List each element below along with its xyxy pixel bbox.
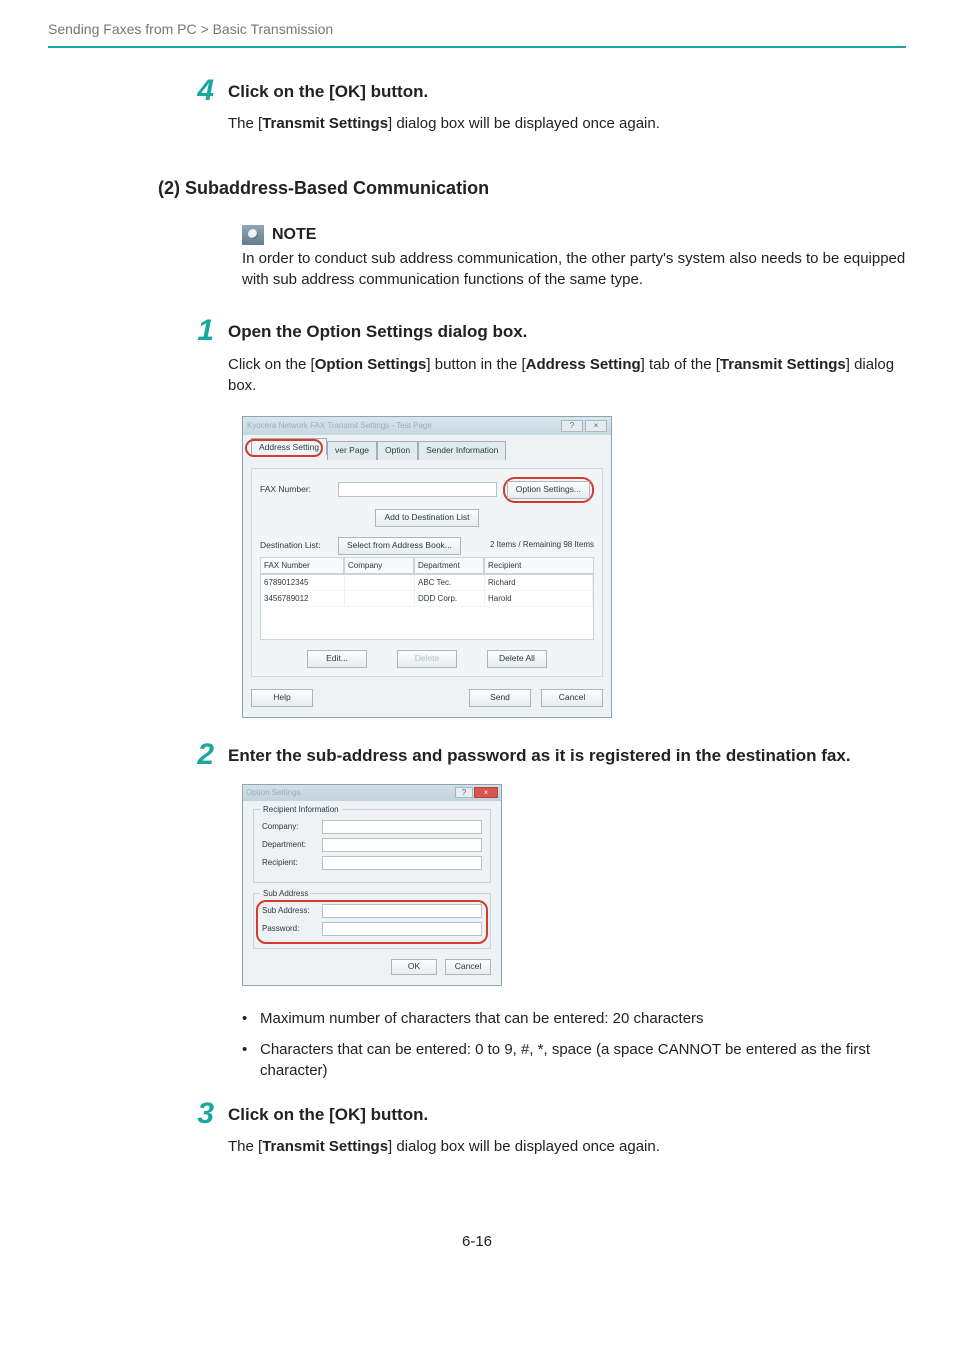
callout-annotation (256, 900, 488, 944)
window-help-button[interactable]: ? (561, 420, 583, 432)
tab-cover-page[interactable]: ver Page (327, 441, 377, 460)
t: ] button in the [ (426, 356, 525, 373)
fax-number-input[interactable] (338, 482, 497, 497)
step3-text: The [Transmit Settings] dialog box will … (228, 1136, 906, 1157)
fax-number-label: FAX Number: (260, 484, 332, 496)
send-button[interactable]: Send (469, 689, 531, 707)
col-company[interactable]: Company (344, 557, 414, 574)
note-label: NOTE (272, 224, 316, 246)
cell-recip: Richard (485, 575, 593, 590)
list-item[interactable]: 6789012345 ABC Tec. Richard (261, 575, 593, 591)
note-icon (242, 225, 264, 245)
transmit-settings-dialog: Kyocera Network FAX Transmit Settings - … (242, 416, 612, 718)
ok-button[interactable]: OK (391, 959, 437, 975)
bullet-text: Maximum number of characters that can be… (260, 1008, 906, 1029)
bullet-text: Characters that can be entered: 0 to 9, … (260, 1039, 906, 1081)
step4-text: The [Transmit Settings] dialog box will … (228, 113, 906, 134)
window-close-button[interactable]: × (585, 420, 607, 432)
t: ] tab of the [ (641, 356, 720, 373)
step2-title: Enter the sub-address and password as it… (228, 744, 906, 768)
department-input[interactable] (322, 838, 482, 852)
destination-list[interactable]: 6789012345 ABC Tec. Richard 3456789012 D… (260, 574, 594, 640)
callout-annotation: Option Settings... (503, 477, 594, 503)
cell-company (345, 575, 415, 590)
select-from-address-book-button[interactable]: Select from Address Book... (338, 537, 461, 555)
tab-option[interactable]: Option (377, 441, 418, 460)
t: The [ (228, 115, 262, 132)
group-legend: Sub Address (260, 888, 311, 899)
col-department[interactable]: Department (414, 557, 484, 574)
option-settings-dialog: Option Settings ? × Recipient Informatio… (242, 784, 502, 986)
company-input[interactable] (322, 820, 482, 834)
step1-title: Open the Option Settings dialog box. (228, 320, 906, 344)
cell-fax: 3456789012 (261, 591, 345, 606)
t-bold: Transmit Settings (262, 115, 388, 132)
callout-annotation (245, 439, 323, 457)
recipient-input[interactable] (322, 856, 482, 870)
tab-sender-information[interactable]: Sender Information (418, 441, 506, 460)
col-fax[interactable]: FAX Number (260, 557, 344, 574)
step4-title: Click on the [OK] button. (228, 80, 906, 104)
delete-all-button[interactable]: Delete All (487, 650, 547, 668)
recipient-label: Recipient: (262, 857, 316, 868)
help-button[interactable]: Help (251, 689, 313, 707)
divider (48, 46, 906, 48)
destination-status: 2 Items / Remaining 98 Items (490, 539, 594, 550)
cell-company (345, 591, 415, 606)
cell-dept: ABC Tec. (415, 575, 485, 590)
t: ] dialog box will be displayed once agai… (388, 115, 660, 132)
page-number: 6-16 (48, 1231, 906, 1252)
dialog-title: Kyocera Network FAX Transmit Settings - … (247, 420, 432, 431)
dialog-titlebar[interactable]: Option Settings ? × (243, 785, 501, 801)
sub-address-group: Sub Address Sub Address: Password: (253, 893, 491, 949)
department-label: Department: (262, 839, 316, 850)
step-number-1: 1 (197, 314, 214, 347)
note-text: In order to conduct sub address communic… (242, 248, 906, 290)
t-bold: Address Setting (526, 356, 641, 373)
group-legend: Recipient Information (260, 804, 342, 815)
t: Click on the [ (228, 356, 315, 373)
list-item[interactable]: 3456789012 DDD Corp. Harold (261, 591, 593, 607)
dialog-titlebar[interactable]: Kyocera Network FAX Transmit Settings - … (243, 417, 611, 435)
add-to-destination-button[interactable]: Add to Destination List (375, 509, 478, 527)
cell-recip: Harold (485, 591, 593, 606)
delete-button[interactable]: Delete (397, 650, 457, 668)
t-bold: Option Settings (315, 356, 427, 373)
breadcrumb: Sending Faxes from PC > Basic Transmissi… (48, 20, 906, 40)
t: The [ (228, 1138, 262, 1155)
step1-text: Click on the [Option Settings] button in… (228, 354, 906, 396)
recipient-info-group: Recipient Information Company: Departmen… (253, 809, 491, 883)
t-bold: Transmit Settings (720, 356, 846, 373)
col-recipient[interactable]: Recipient (484, 557, 594, 574)
bullet-icon: • (242, 1008, 260, 1029)
destination-list-header: FAX Number Company Department Recipient (260, 557, 594, 574)
edit-button[interactable]: Edit... (307, 650, 367, 668)
cell-dept: DDD Corp. (415, 591, 485, 606)
section-heading: (2) Subaddress-Based Communication (158, 176, 906, 201)
bullet-icon: • (242, 1039, 260, 1081)
option-settings-button[interactable]: Option Settings... (507, 481, 590, 499)
t: ] dialog box will be displayed once agai… (388, 1138, 660, 1155)
cancel-button[interactable]: Cancel (445, 959, 491, 975)
company-label: Company: (262, 821, 316, 832)
destination-list-label: Destination List: (260, 540, 332, 552)
cancel-button[interactable]: Cancel (541, 689, 603, 707)
dialog-title: Option Settings (246, 787, 301, 798)
cell-fax: 6789012345 (261, 575, 345, 590)
t-bold: Transmit Settings (262, 1138, 388, 1155)
step3-title: Click on the [OK] button. (228, 1103, 906, 1127)
window-close-button[interactable]: × (474, 787, 498, 798)
window-help-button[interactable]: ? (455, 787, 473, 798)
step-number-4: 4 (197, 74, 214, 107)
step-number-3: 3 (197, 1097, 214, 1130)
step-number-2: 2 (197, 738, 214, 771)
